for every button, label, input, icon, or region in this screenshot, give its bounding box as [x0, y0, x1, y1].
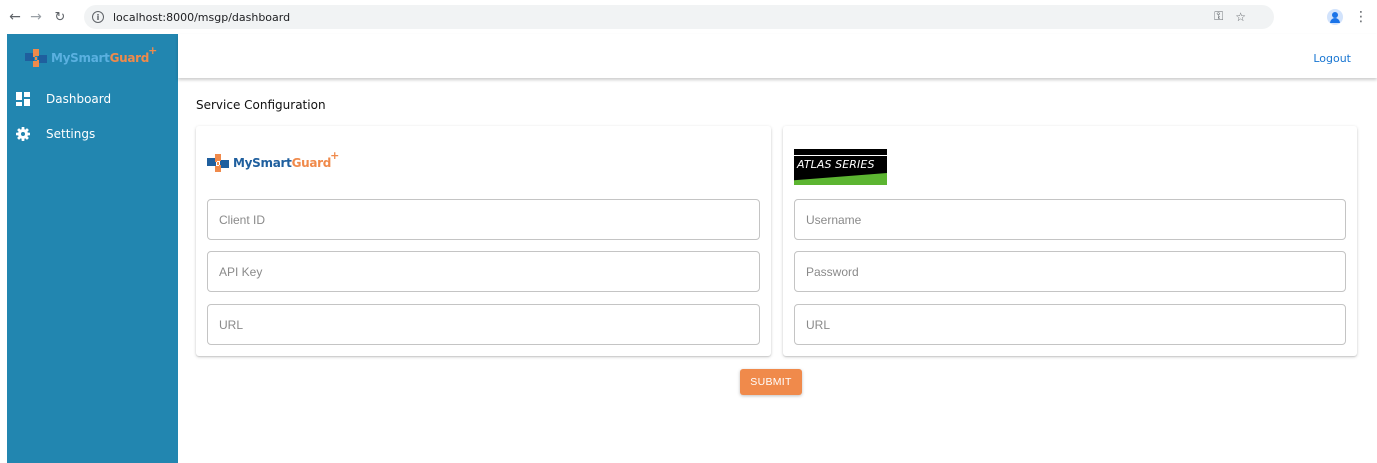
top-app-bar: Logout — [178, 34, 1377, 78]
submit-button[interactable]: SUBMIT — [740, 369, 802, 395]
atlas-config-card: ATLAS SERIES — [783, 126, 1357, 356]
mysmartguard-config-card: MySmartGuard + — [196, 126, 771, 356]
mysmartguard-logo: MySmartGuard + — [207, 149, 340, 173]
atlas-series-logo: ATLAS SERIES — [794, 149, 887, 185]
client-id-input[interactable] — [207, 199, 760, 240]
sidebar-item-dashboard[interactable]: Dashboard — [7, 85, 178, 113]
password-input[interactable] — [794, 251, 1346, 292]
password-key-icon[interactable]: ⚿ — [1214, 9, 1223, 24]
reload-icon[interactable]: ↻ — [51, 8, 69, 26]
dashboard-icon — [16, 92, 30, 106]
browser-toolbar: ← → ↻ i localhost:8000/msgp/dashboard ⚿ … — [0, 0, 1377, 34]
gear-icon — [16, 127, 30, 141]
atlas-url-input[interactable] — [794, 304, 1346, 345]
browser-menu-icon[interactable]: ⋮ — [1354, 9, 1368, 25]
mysmartguard-url-input[interactable] — [207, 304, 760, 345]
back-arrow-icon[interactable]: ← — [6, 8, 24, 26]
bookmark-star-icon[interactable]: ☆ — [1235, 10, 1246, 24]
site-info-icon[interactable]: i — [92, 11, 104, 23]
sidebar-item-settings[interactable]: Settings — [7, 120, 178, 148]
username-input[interactable] — [794, 199, 1346, 240]
logo-mark-icon — [25, 49, 47, 67]
logo-mark-icon — [207, 154, 229, 172]
forward-arrow-icon[interactable]: → — [27, 8, 45, 26]
logout-link[interactable]: Logout — [1313, 52, 1351, 65]
sidebar: MySmartGuard + Dashboard Settings — [7, 34, 178, 463]
address-bar-url[interactable]: localhost:8000/msgp/dashboard — [113, 11, 290, 24]
atlas-logo-swoosh — [794, 173, 887, 185]
atlas-logo-line — [794, 155, 887, 156]
profile-avatar-icon[interactable] — [1327, 9, 1343, 25]
atlas-logo-text: ATLAS SERIES — [797, 158, 875, 171]
sidebar-item-label: Dashboard — [46, 92, 112, 106]
api-key-input[interactable] — [207, 251, 760, 292]
sidebar-brand[interactable]: MySmartGuard + — [7, 34, 178, 82]
mysmartguard-logo: MySmartGuard + — [25, 44, 158, 68]
page-title: Service Configuration — [196, 98, 326, 112]
sidebar-item-label: Settings — [46, 127, 96, 141]
brand-wordmark: MySmartGuard + — [233, 149, 340, 170]
address-bar[interactable]: i localhost:8000/msgp/dashboard ⚿ ☆ — [84, 5, 1274, 29]
brand-wordmark: MySmartGuard + — [51, 44, 158, 65]
